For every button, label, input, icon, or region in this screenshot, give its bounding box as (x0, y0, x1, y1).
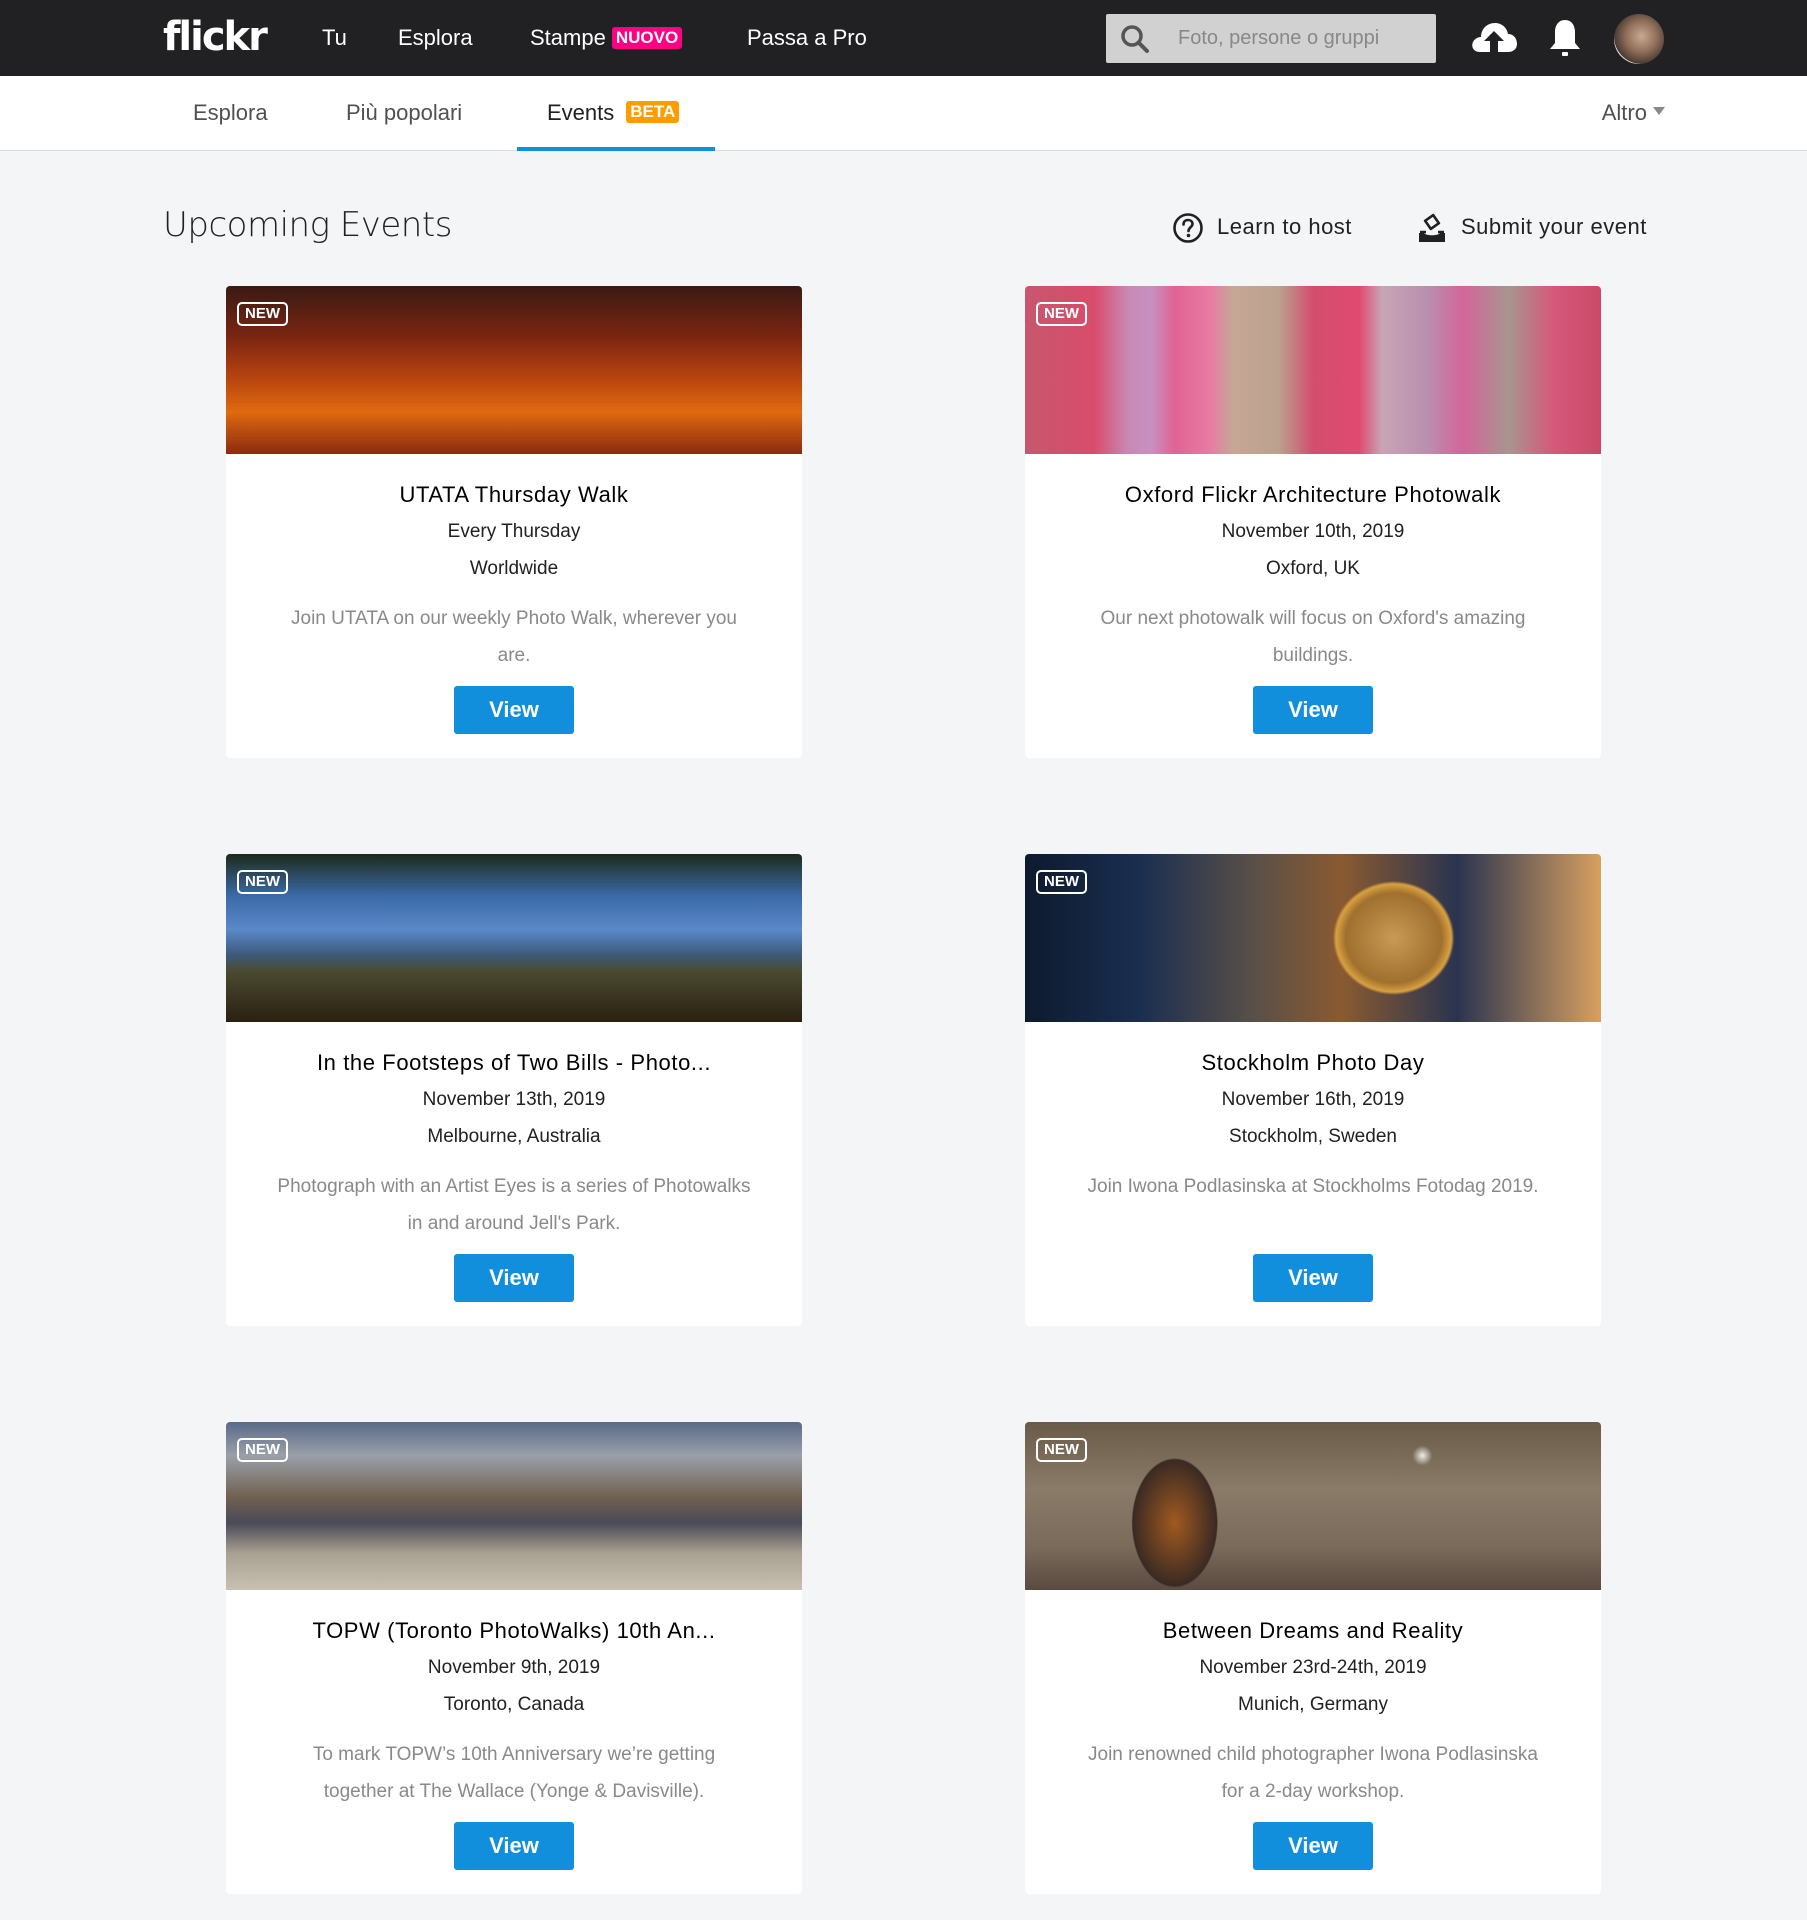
new-badge: NEW (237, 1438, 288, 1462)
event-image[interactable] (1025, 1422, 1601, 1590)
event-date: November 9th, 2019 (427, 1657, 601, 1678)
event-title[interactable]: Between Dreams and Reality (1025, 1617, 1601, 1645)
event-date: November 23rd-24th, 2019 (1199, 1657, 1427, 1678)
event-card: NEW UTATA Thursday Walk Every Thursday W… (226, 286, 802, 758)
view-button[interactable]: View (454, 686, 574, 734)
event-location: Stockholm, Sweden (1229, 1126, 1397, 1147)
new-badge: NEW (237, 870, 288, 894)
search-icon[interactable] (1120, 24, 1150, 54)
new-badge: NEW (1036, 870, 1087, 894)
submit-event-link[interactable]: Submit your event (1416, 211, 1647, 243)
search-box (1106, 14, 1436, 63)
event-location: Melbourne, Australia (427, 1126, 601, 1147)
event-description: Join UTATA on our weekly Photo Walk, whe… (291, 608, 737, 666)
event-title[interactable]: Stockholm Photo Day (1025, 1049, 1601, 1077)
tab-esplora[interactable]: Esplora (193, 99, 268, 127)
event-image[interactable] (226, 286, 802, 454)
event-description: Join renowned child photographer Iwona P… (1088, 1744, 1538, 1802)
event-image[interactable] (1025, 854, 1601, 1022)
event-description: Join Iwona Podlasinska at Stockholms Fot… (1087, 1176, 1539, 1197)
tab-piu-popolari[interactable]: Più popolari (346, 99, 462, 127)
new-badge: NEW (237, 302, 288, 326)
submit-event-label: Submit your event (1461, 214, 1647, 239)
event-image[interactable] (226, 1422, 802, 1590)
event-card: NEW Between Dreams and Reality November … (1025, 1422, 1601, 1894)
caret-down-icon (1653, 107, 1665, 115)
view-button[interactable]: View (1253, 686, 1373, 734)
beta-badge: BETA (626, 101, 680, 123)
active-tab-indicator (517, 147, 715, 151)
avatar[interactable] (1614, 14, 1664, 64)
event-description: To mark TOPW’s 10th Anniversary we’re ge… (312, 1744, 716, 1802)
event-location: Worldwide (469, 558, 559, 579)
event-card: NEW In the Footsteps of Two Bills - Phot… (226, 854, 802, 1326)
event-title[interactable]: In the Footsteps of Two Bills - Photo... (226, 1049, 802, 1077)
search-input[interactable] (1178, 14, 1428, 63)
page-title: Upcoming Events (163, 205, 452, 245)
topnav-passa-a-pro[interactable]: Passa a Pro (747, 24, 867, 52)
event-title[interactable]: Oxford Flickr Architecture Photowalk (1025, 481, 1601, 509)
event-title[interactable]: UTATA Thursday Walk (226, 481, 802, 509)
event-card: NEW TOPW (Toronto PhotoWalks) 10th An...… (226, 1422, 802, 1894)
upload-icon[interactable] (1470, 18, 1518, 56)
event-card: NEW Oxford Flickr Architecture Photowalk… (1025, 286, 1601, 758)
event-location: Oxford, UK (1266, 558, 1360, 579)
ballot-box-icon (1419, 213, 1445, 242)
event-date: Every Thursday (447, 521, 581, 542)
event-location: Toronto, Canada (443, 1694, 585, 1715)
altro-dropdown[interactable]: Altro (1602, 99, 1665, 127)
view-button[interactable]: View (1253, 1822, 1373, 1870)
event-image[interactable] (226, 854, 802, 1022)
sub-navigation: Esplora Più popolari Events BETA Altro (0, 76, 1807, 151)
event-date: November 13th, 2019 (422, 1089, 606, 1110)
topnav-esplora[interactable]: Esplora (398, 24, 473, 52)
event-description: Photograph with an Artist Eyes is a seri… (277, 1176, 751, 1234)
nuovo-badge: NUOVO (611, 27, 683, 49)
flickr-logo[interactable]: flickr (163, 12, 268, 62)
event-image[interactable] (1025, 286, 1601, 454)
learn-to-host-link[interactable]: Learn to host (1172, 211, 1352, 243)
event-title[interactable]: TOPW (Toronto PhotoWalks) 10th An... (226, 1617, 802, 1645)
altro-label: Altro (1601, 100, 1647, 125)
event-description: Our next photowalk will focus on Oxford'… (1100, 608, 1526, 666)
event-date: November 16th, 2019 (1221, 1089, 1405, 1110)
topnav-stampe[interactable]: Stampe NUOVO (530, 24, 683, 52)
topnav-stampe-label: Stampe (530, 25, 606, 50)
question-circle-icon (1173, 213, 1203, 243)
top-header: flickr Tu Esplora Stampe NUOVO Passa a Pr… (0, 0, 1807, 76)
view-button[interactable]: View (454, 1822, 574, 1870)
view-button[interactable]: View (1253, 1254, 1373, 1302)
topnav-tu[interactable]: Tu (322, 24, 347, 52)
event-location: Munich, Germany (1238, 1694, 1388, 1715)
view-button[interactable]: View (454, 1254, 574, 1302)
tab-events-label: Events (547, 100, 615, 125)
new-badge: NEW (1036, 302, 1087, 326)
bell-icon[interactable] (1548, 17, 1582, 59)
learn-to-host-label: Learn to host (1217, 214, 1352, 239)
event-card: NEW Stockholm Photo Day November 16th, 2… (1025, 854, 1601, 1326)
new-badge: NEW (1036, 1438, 1087, 1462)
event-date: November 10th, 2019 (1221, 521, 1405, 542)
tab-events[interactable]: Events BETA (547, 99, 680, 127)
